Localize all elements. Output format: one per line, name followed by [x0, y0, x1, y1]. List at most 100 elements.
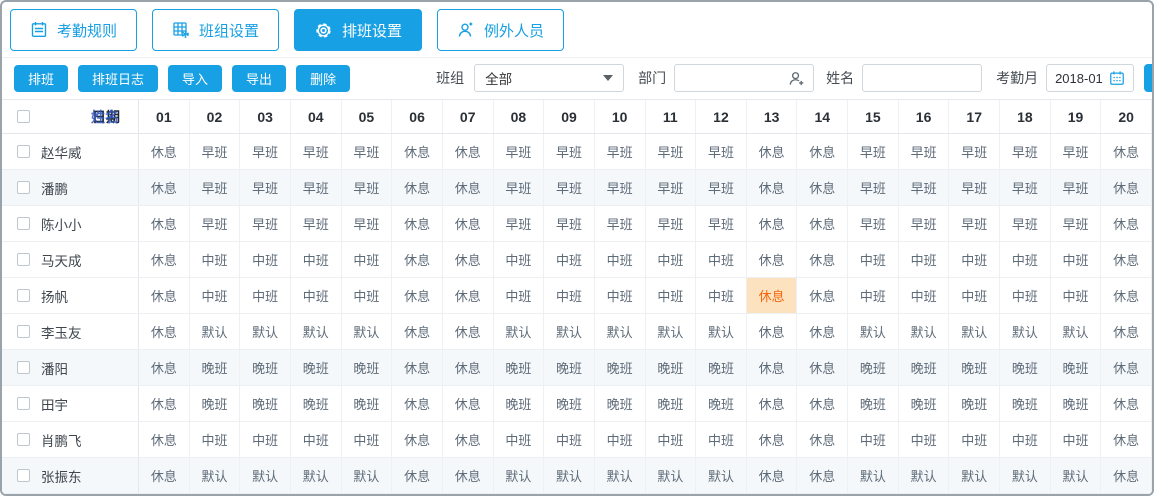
row-checkbox[interactable] — [17, 181, 30, 194]
shift-cell[interactable]: 中班 — [240, 242, 291, 277]
shift-cell[interactable]: 早班 — [342, 134, 393, 169]
schedule-button[interactable]: 排班 — [14, 65, 68, 92]
shift-cell[interactable]: 早班 — [848, 170, 899, 205]
shift-cell[interactable]: 默认 — [1051, 458, 1102, 493]
schedule-log-button[interactable]: 排班日志 — [78, 65, 158, 92]
shift-cell[interactable]: 晚班 — [190, 386, 241, 421]
shift-cell[interactable]: 早班 — [848, 134, 899, 169]
shift-cell[interactable]: 休息 — [443, 206, 494, 241]
shift-cell[interactable]: 默认 — [899, 314, 950, 349]
shift-cell[interactable]: 休息 — [797, 206, 848, 241]
tab-exception-personnel[interactable]: 例外人员 — [437, 9, 564, 51]
shift-cell[interactable]: 休息 — [392, 386, 443, 421]
shift-cell[interactable]: 默认 — [342, 458, 393, 493]
row-checkbox[interactable] — [17, 253, 30, 266]
shift-cell[interactable]: 休息 — [747, 314, 798, 349]
shift-cell[interactable]: 晚班 — [342, 386, 393, 421]
shift-cell[interactable]: 早班 — [240, 170, 291, 205]
shift-cell[interactable]: 早班 — [646, 170, 697, 205]
shift-cell[interactable]: 早班 — [899, 206, 950, 241]
shift-cell[interactable]: 休息 — [797, 242, 848, 277]
shift-cell[interactable]: 休息 — [1101, 242, 1152, 277]
shift-cell[interactable]: 休息 — [443, 278, 494, 313]
select-all-checkbox[interactable] — [17, 110, 30, 123]
shift-cell[interactable]: 早班 — [595, 134, 646, 169]
shift-cell[interactable]: 晚班 — [595, 386, 646, 421]
shift-cell[interactable]: 中班 — [291, 422, 342, 457]
shift-cell[interactable]: 中班 — [646, 422, 697, 457]
shift-cell[interactable]: 默认 — [494, 458, 545, 493]
shift-cell[interactable]: 中班 — [240, 278, 291, 313]
shift-cell[interactable]: 中班 — [342, 422, 393, 457]
shift-cell[interactable]: 早班 — [291, 170, 342, 205]
team-select[interactable]: 全部 — [474, 64, 624, 92]
shift-cell[interactable]: 中班 — [848, 422, 899, 457]
shift-cell[interactable]: 休息 — [139, 386, 190, 421]
shift-cell[interactable]: 休息 — [443, 242, 494, 277]
shift-cell[interactable]: 晚班 — [1051, 386, 1102, 421]
shift-cell[interactable]: 休息 — [747, 206, 798, 241]
shift-cell[interactable]: 默认 — [848, 314, 899, 349]
shift-cell[interactable]: 休息 — [392, 350, 443, 385]
shift-cell[interactable]: 中班 — [949, 278, 1000, 313]
shift-cell[interactable]: 晚班 — [646, 350, 697, 385]
shift-cell[interactable]: 默认 — [696, 458, 747, 493]
shift-cell[interactable]: 早班 — [1051, 206, 1102, 241]
row-checkbox[interactable] — [17, 217, 30, 230]
shift-cell[interactable]: 休息 — [443, 170, 494, 205]
shift-cell[interactable]: 中班 — [595, 278, 646, 313]
delete-button[interactable]: 删除 — [296, 65, 350, 92]
shift-cell[interactable]: 晚班 — [190, 350, 241, 385]
shift-cell[interactable]: 休息 — [1101, 314, 1152, 349]
shift-cell[interactable]: 中班 — [1000, 242, 1051, 277]
shift-cell[interactable]: 晚班 — [342, 350, 393, 385]
shift-cell[interactable]: 休息 — [139, 170, 190, 205]
shift-cell[interactable]: 休息 — [443, 350, 494, 385]
shift-cell[interactable]: 中班 — [494, 242, 545, 277]
shift-cell[interactable]: 晚班 — [696, 350, 747, 385]
shift-cell[interactable]: 早班 — [342, 170, 393, 205]
tab-team-settings[interactable]: 班组设置 — [152, 9, 279, 51]
row-checkbox[interactable] — [17, 469, 30, 482]
shift-cell[interactable]: 默认 — [240, 458, 291, 493]
shift-cell[interactable]: 早班 — [949, 134, 1000, 169]
shift-cell[interactable]: 休息 — [139, 350, 190, 385]
shift-cell[interactable]: 晚班 — [646, 386, 697, 421]
shift-cell[interactable]: 早班 — [1000, 206, 1051, 241]
shift-cell[interactable]: 休息 — [1101, 422, 1152, 457]
shift-cell[interactable]: 中班 — [646, 242, 697, 277]
shift-cell[interactable]: 早班 — [696, 206, 747, 241]
shift-cell[interactable]: 早班 — [1000, 170, 1051, 205]
shift-cell[interactable]: 休息 — [797, 386, 848, 421]
shift-cell[interactable]: 休息 — [443, 134, 494, 169]
shift-cell[interactable]: 晚班 — [240, 386, 291, 421]
row-checkbox[interactable] — [17, 325, 30, 338]
export-button[interactable]: 导出 — [232, 65, 286, 92]
shift-cell[interactable]: 默认 — [494, 314, 545, 349]
row-checkbox[interactable] — [17, 145, 30, 158]
row-checkbox[interactable] — [17, 433, 30, 446]
shift-cell[interactable]: 早班 — [696, 134, 747, 169]
shift-cell[interactable]: 中班 — [646, 278, 697, 313]
shift-cell[interactable]: 早班 — [899, 134, 950, 169]
shift-cell[interactable]: 早班 — [544, 206, 595, 241]
shift-cell[interactable]: 中班 — [696, 422, 747, 457]
shift-cell[interactable]: 休息 — [443, 422, 494, 457]
shift-cell[interactable]: 中班 — [848, 278, 899, 313]
tab-attendance-rules[interactable]: 考勤规则 — [10, 9, 137, 51]
shift-cell[interactable]: 默认 — [696, 314, 747, 349]
shift-cell[interactable]: 早班 — [1000, 134, 1051, 169]
tab-shift-settings[interactable]: 排班设置 — [294, 9, 422, 51]
shift-cell[interactable]: 晚班 — [291, 350, 342, 385]
shift-cell[interactable]: 晚班 — [544, 350, 595, 385]
shift-cell[interactable]: 晚班 — [595, 350, 646, 385]
shift-cell[interactable]: 中班 — [342, 278, 393, 313]
shift-cell[interactable]: 默认 — [291, 458, 342, 493]
shift-cell[interactable]: 默认 — [595, 314, 646, 349]
shift-cell[interactable]: 中班 — [899, 242, 950, 277]
shift-cell[interactable]: 中班 — [190, 242, 241, 277]
shift-cell[interactable]: 休息 — [392, 458, 443, 493]
person-add-icon[interactable] — [788, 70, 805, 87]
shift-cell[interactable]: 早班 — [949, 170, 1000, 205]
row-checkbox[interactable] — [17, 361, 30, 374]
